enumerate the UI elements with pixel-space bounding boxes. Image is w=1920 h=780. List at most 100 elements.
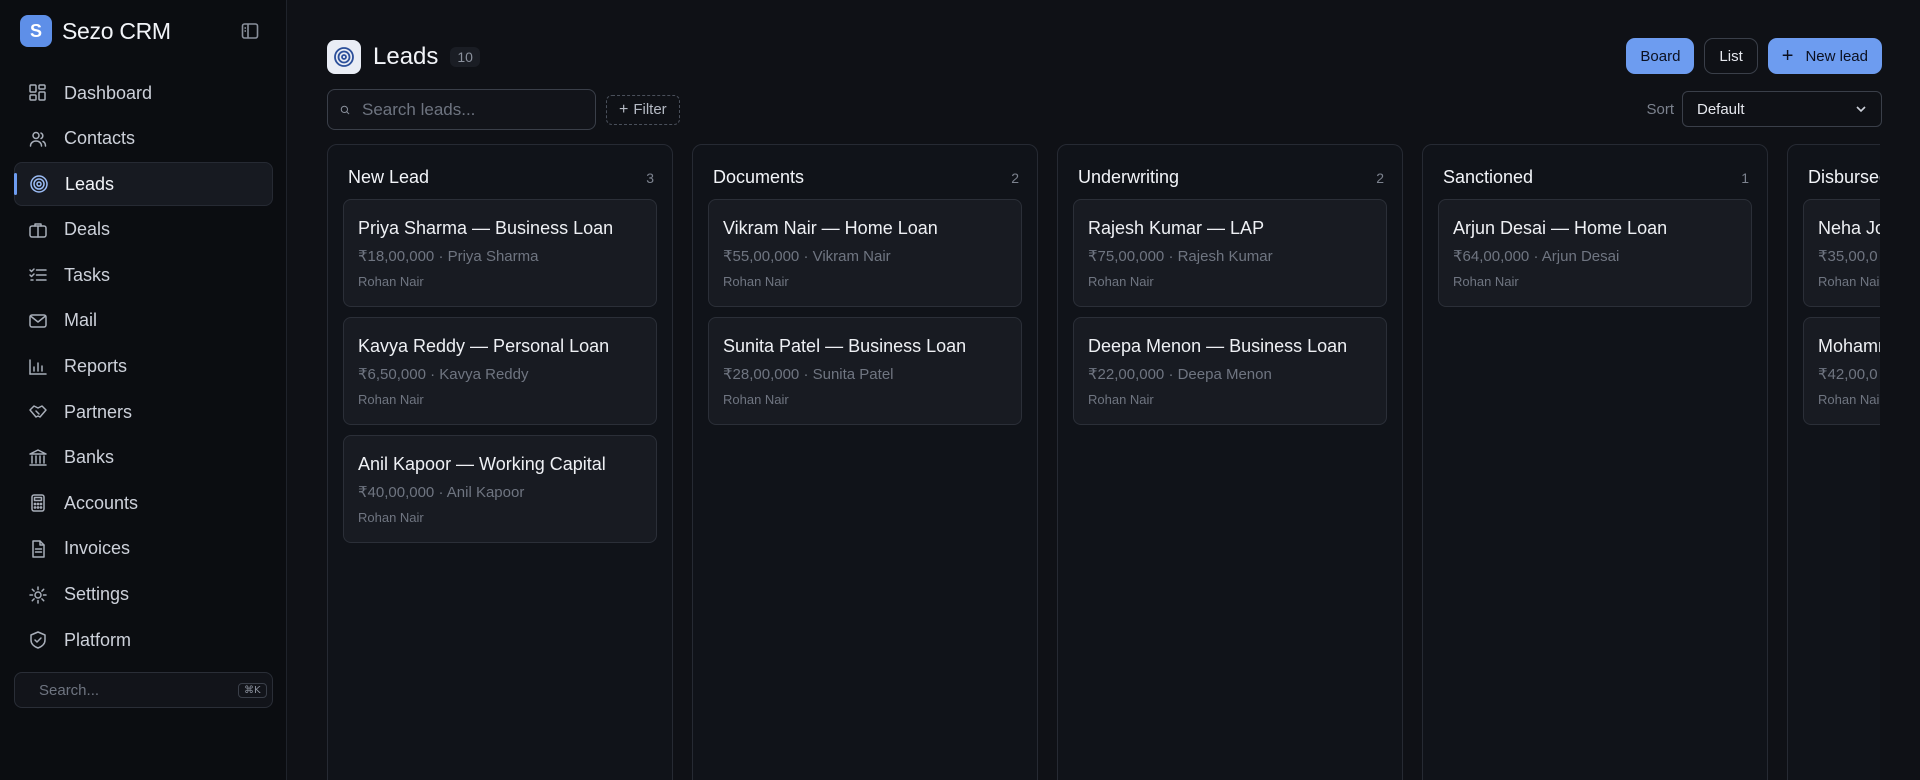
lead-card-amount: ₹18,00,000 · Priya Sharma <box>358 248 539 265</box>
sidebar-item-label: Platform <box>64 629 132 650</box>
list-view-button[interactable]: List <box>1704 38 1758 74</box>
invoice-icon <box>28 539 48 559</box>
lead-card-amount: ₹42,00,0 <box>1818 366 1878 383</box>
bank-icon <box>28 448 48 468</box>
sidebar-item-label: Contacts <box>64 128 136 149</box>
lead-card[interactable]: Mohamm ₹42,00,0 Rohan Nair <box>1803 317 1880 425</box>
new-lead-label: New lead <box>1805 47 1868 65</box>
lead-card-title: Deepa Menon — Business Loan <box>1088 336 1348 356</box>
plus-icon: + <box>1781 45 1794 67</box>
brand[interactable]: S Sezo CRM <box>20 15 171 47</box>
filter-label: Filter <box>633 101 667 118</box>
sidebar-item-label: Tasks <box>64 264 111 285</box>
lead-card-amount: ₹28,00,000 · Sunita Patel <box>723 366 894 383</box>
column-title: New Lead <box>348 167 430 187</box>
lead-card[interactable]: Deepa Menon — Business Loan ₹22,00,000 · … <box>1073 317 1387 425</box>
sidebar-item-banks[interactable]: Banks <box>14 436 273 480</box>
lead-card-amount: ₹35,00,0 <box>1818 248 1878 265</box>
column-underwriting: Underwriting 2 Rajesh Kumar — LAP ₹75,00,00… <box>1057 144 1403 780</box>
page-header: Leads 10 <box>327 40 480 74</box>
lead-card-owner: Rohan Nair <box>358 510 424 525</box>
filter-button[interactable]: + Filter <box>606 94 680 125</box>
sidebar: S Sezo CRM Dashboard Contacts Leads Deals Ta… <box>0 0 287 780</box>
column-sanctioned: Sanctioned 1 Arjun Desai — Home Loan ₹64,00… <box>1422 144 1768 780</box>
column-title: Disbursed <box>1808 167 1880 187</box>
lead-card-amount: ₹75,00,000 · Rajesh Kumar <box>1088 248 1273 265</box>
lead-card-owner: Rohan Nair <box>358 392 424 407</box>
lead-search[interactable] <box>327 89 596 130</box>
lead-card[interactable]: Neha Jos ₹35,00,0 Rohan Nair <box>1803 199 1880 307</box>
target-icon <box>327 40 361 74</box>
sidebar-nav: Dashboard Contacts Leads Deals Tasks Mail Repo… <box>14 71 273 664</box>
sidebar-item-reports[interactable]: Reports <box>14 345 273 389</box>
lead-card[interactable]: Sunita Patel — Business Loan ₹28,00,000 ·… <box>708 317 1022 425</box>
lead-card-owner: Rohan Nair <box>1088 392 1154 407</box>
lead-card[interactable]: Priya Sharma — Business Loan ₹18,00,000 ·… <box>343 199 657 307</box>
sidebar-item-leads[interactable]: Leads <box>14 162 273 207</box>
sort-value: Default <box>1697 100 1745 118</box>
lead-card-amount: ₹64,00,000 · Arjun Desai <box>1453 248 1620 265</box>
sidebar-item-contacts[interactable]: Contacts <box>14 117 273 161</box>
lead-card-owner: Rohan Nair <box>723 274 789 289</box>
main-content: Leads 10 Board List + New lead + Filter <box>287 0 1920 780</box>
column-title: Sanctioned <box>1443 167 1534 187</box>
column-header: Disbursed <box>1788 145 1880 193</box>
search-icon <box>340 105 350 114</box>
sidebar-search-input[interactable] <box>39 681 238 699</box>
sidebar-item-mail[interactable]: Mail <box>14 299 273 343</box>
column-count: 2 <box>1376 169 1384 186</box>
column-count: 2 <box>1011 169 1019 186</box>
sort-select[interactable]: Default <box>1682 91 1882 127</box>
lead-card[interactable]: Kavya Reddy — Personal Loan ₹6,50,000 · K… <box>343 317 657 425</box>
column-header: Underwriting 2 <box>1058 145 1402 193</box>
sidebar-search[interactable]: ⌘K <box>14 672 273 708</box>
sidebar-item-label: Reports <box>64 356 128 377</box>
sidebar-item-accounts[interactable]: Accounts <box>14 481 273 525</box>
bar-chart-icon <box>28 357 48 377</box>
sidebar-item-label: Invoices <box>64 538 131 559</box>
plus-icon: + <box>619 100 629 118</box>
lead-card-owner: Rohan Nair <box>723 392 789 407</box>
sidebar-item-label: Banks <box>64 447 115 468</box>
sidebar-collapse-icon[interactable] <box>240 21 260 41</box>
gear-icon <box>28 585 48 605</box>
lead-card[interactable]: Vikram Nair — Home Loan ₹55,00,000 · Vikr… <box>708 199 1022 307</box>
column-title: Underwriting <box>1078 167 1180 187</box>
lead-card[interactable]: Rajesh Kumar — LAP ₹75,00,000 · Rajesh Ku… <box>1073 199 1387 307</box>
lead-card-owner: Rohan Nair <box>1088 274 1154 289</box>
sidebar-item-label: Accounts <box>64 492 139 513</box>
sort-label: Sort <box>1646 100 1674 118</box>
sidebar-item-label: Settings <box>64 584 130 605</box>
lead-card-amount: ₹55,00,000 · Vikram Nair <box>723 248 891 265</box>
target-icon <box>29 174 49 194</box>
kanban-board: New Lead 3 Priya Sharma — Business Loan ₹18… <box>327 144 1880 780</box>
lead-card-owner: Rohan Nair <box>358 274 424 289</box>
lead-search-input[interactable] <box>362 99 583 120</box>
sidebar-item-settings[interactable]: Settings <box>14 573 273 617</box>
dashboard-icon <box>28 83 48 103</box>
lead-card[interactable]: Arjun Desai — Home Loan ₹64,00,000 · Arju… <box>1438 199 1752 307</box>
column-count: 1 <box>1741 169 1749 186</box>
shortcut-badge: ⌘K <box>238 682 267 698</box>
sidebar-item-dashboard[interactable]: Dashboard <box>14 71 273 115</box>
sidebar-item-partners[interactable]: Partners <box>14 390 273 434</box>
lead-card-title: Vikram Nair — Home Loan <box>723 218 938 238</box>
sidebar-item-invoices[interactable]: Invoices <box>14 527 273 571</box>
mail-icon <box>28 311 48 331</box>
card-list: Priya Sharma — Business Loan ₹18,00,000 ·… <box>343 199 657 553</box>
app-root: S Sezo CRM Dashboard Contacts Leads Deals Ta… <box>0 0 1920 780</box>
sidebar-item-label: Deals <box>64 219 111 240</box>
sidebar-item-deals[interactable]: Deals <box>14 208 273 252</box>
page-title: Leads <box>373 43 439 70</box>
new-lead-button[interactable]: + New lead <box>1767 38 1882 74</box>
board-view-button[interactable]: Board <box>1626 38 1695 74</box>
column-new-lead: New Lead 3 Priya Sharma — Business Loan ₹18… <box>327 144 673 780</box>
sidebar-item-platform[interactable]: Platform <box>14 618 273 662</box>
lead-card-amount: ₹22,00,000 · Deepa Menon <box>1088 366 1272 383</box>
lead-card[interactable]: Anil Kapoor — Working Capital ₹40,00,000 … <box>343 435 657 543</box>
lead-card-owner: Rohan Nair <box>1453 274 1519 289</box>
card-list: Vikram Nair — Home Loan ₹55,00,000 · Vikr… <box>708 199 1022 435</box>
sidebar-item-tasks[interactable]: Tasks <box>14 253 273 297</box>
lead-card-title: Neha Jos <box>1818 218 1880 238</box>
briefcase-icon <box>28 220 48 240</box>
